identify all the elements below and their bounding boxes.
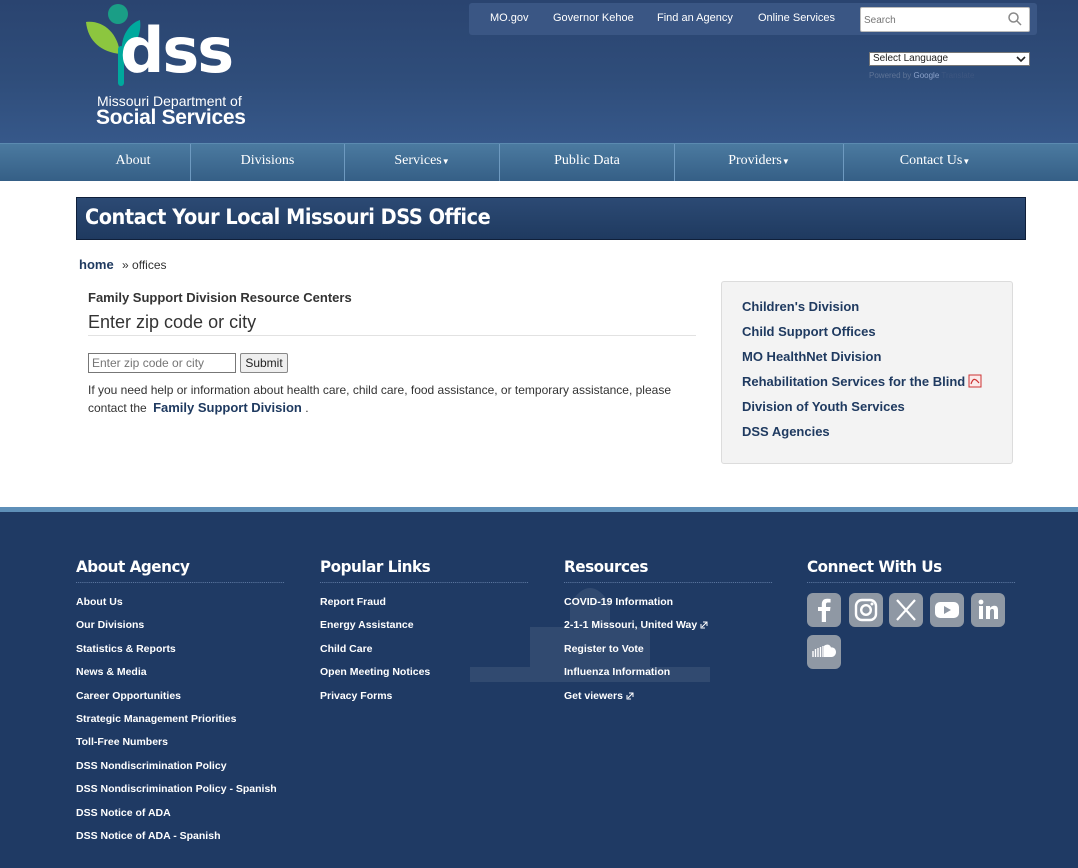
footer-link[interactable]: Statistics & Reports bbox=[76, 643, 295, 666]
sidebar-link-youth-services[interactable]: Division of Youth Services bbox=[742, 399, 905, 414]
footer-link[interactable]: DSS Notice of ADA bbox=[76, 807, 295, 830]
footer-about-column: About Agency About Us Our Divisions Stat… bbox=[76, 557, 295, 853]
submit-button[interactable]: Submit bbox=[240, 353, 288, 373]
soundcloud-icon[interactable] bbox=[807, 635, 841, 669]
nav-item-contact-us[interactable]: Contact Us▼ bbox=[844, 144, 1026, 181]
external-link-icon bbox=[626, 692, 634, 700]
search-input[interactable] bbox=[864, 12, 1004, 28]
footer-connect-heading: Connect With Us bbox=[807, 557, 1016, 583]
sidebar-link-mo-healthnet[interactable]: MO HealthNet Division bbox=[742, 349, 881, 364]
footer-link[interactable]: Strategic Management Priorities bbox=[76, 713, 295, 736]
x-twitter-icon[interactable] bbox=[889, 593, 923, 627]
nav-item-divisions[interactable]: Divisions bbox=[191, 144, 344, 181]
language-select-value: Select Language bbox=[873, 53, 949, 64]
site-footer: About Agency About Us Our Divisions Stat… bbox=[0, 507, 1078, 868]
main-nav: About Divisions Services▼ Public Data Pr… bbox=[0, 143, 1078, 181]
utility-link-find-agency[interactable]: Find an Agency bbox=[657, 12, 733, 24]
footer-link[interactable]: Influenza Information bbox=[564, 666, 783, 689]
utility-link-mo-gov[interactable]: MO.gov bbox=[490, 12, 529, 24]
caret-down-icon: ▼ bbox=[962, 157, 971, 166]
footer-link[interactable]: Get viewers bbox=[564, 690, 783, 713]
dss-logo[interactable]: dss Missouri Department of Social Servic… bbox=[84, 2, 246, 129]
utility-link-governor[interactable]: Governor Kehoe bbox=[553, 12, 634, 24]
footer-link[interactable]: News & Media bbox=[76, 666, 295, 689]
footer-link[interactable]: Energy Assistance bbox=[320, 619, 539, 642]
footer-resources-heading: Resources bbox=[564, 557, 773, 583]
chevron-down-icon bbox=[1016, 56, 1026, 63]
page-title: Contact Your Local Missouri DSS Office bbox=[85, 205, 491, 229]
footer-link[interactable]: 2-1-1 Missouri, United Way bbox=[564, 619, 783, 642]
footer-link[interactable]: DSS Nondiscrimination Policy bbox=[76, 760, 295, 783]
footer-link[interactable]: About Us bbox=[76, 596, 295, 619]
footer-link[interactable]: COVID-19 Information bbox=[564, 596, 783, 619]
language-select[interactable]: Select Language bbox=[869, 52, 1030, 66]
instagram-icon[interactable] bbox=[849, 593, 883, 627]
footer-link[interactable]: Career Opportunities bbox=[76, 690, 295, 713]
google-logo: Google bbox=[913, 71, 940, 80]
youtube-icon[interactable] bbox=[930, 593, 964, 627]
footer-resources-column: Resources COVID-19 Information 2-1-1 Mis… bbox=[564, 557, 783, 713]
linkedin-icon[interactable] bbox=[971, 593, 1005, 627]
footer-link[interactable]: Register to Vote bbox=[564, 643, 783, 666]
sidebar-link-rehab-services-blind[interactable]: Rehabilitation Services for the Blind bbox=[742, 374, 982, 389]
sidebar-link-dss-agencies[interactable]: DSS Agencies bbox=[742, 424, 830, 439]
footer-connect-column: Connect With Us bbox=[807, 557, 1026, 583]
site-header: dss Missouri Department of Social Servic… bbox=[0, 0, 1078, 143]
footer-link[interactable]: Open Meeting Notices bbox=[320, 666, 539, 689]
zip-city-input[interactable] bbox=[88, 353, 236, 373]
page-title-bar: Contact Your Local Missouri DSS Office bbox=[76, 197, 1026, 240]
footer-link[interactable]: Toll-Free Numbers bbox=[76, 736, 295, 759]
sidebar-link-childrens-division[interactable]: Children's Division bbox=[742, 299, 859, 314]
footer-popular-heading: Popular Links bbox=[320, 557, 529, 583]
pdf-icon bbox=[968, 374, 982, 388]
nav-item-providers[interactable]: Providers▼ bbox=[675, 144, 843, 181]
utility-link-online-services[interactable]: Online Services bbox=[758, 12, 835, 24]
nav-item-about[interactable]: About bbox=[76, 144, 190, 181]
caret-down-icon: ▼ bbox=[781, 157, 790, 166]
breadcrumb: home » offices bbox=[79, 257, 167, 272]
footer-about-heading: About Agency bbox=[76, 557, 285, 583]
divider bbox=[88, 335, 696, 336]
footer-link[interactable]: Child Care bbox=[320, 643, 539, 666]
footer-link[interactable]: Our Divisions bbox=[76, 619, 295, 642]
footer-popular-column: Popular Links Report Fraud Energy Assist… bbox=[320, 557, 539, 713]
footer-link[interactable]: DSS Notice of ADA - Spanish bbox=[76, 830, 295, 853]
breadcrumb-home-link[interactable]: home bbox=[79, 257, 114, 272]
breadcrumb-current: offices bbox=[132, 258, 167, 272]
external-link-icon bbox=[700, 621, 708, 629]
section-label: Family Support Division Resource Centers bbox=[88, 290, 352, 305]
nav-item-public-data[interactable]: Public Data bbox=[500, 144, 674, 181]
footer-link[interactable]: DSS Nondiscrimination Policy - Spanish bbox=[76, 783, 295, 806]
logo-name: Social Services bbox=[96, 106, 246, 129]
breadcrumb-separator: » bbox=[122, 258, 129, 272]
search-box bbox=[860, 7, 1030, 32]
search-icon[interactable] bbox=[1007, 11, 1023, 27]
footer-link[interactable]: Privacy Forms bbox=[320, 690, 539, 713]
powered-by-google[interactable]: Powered by Google Translate bbox=[869, 71, 974, 80]
caret-down-icon: ▼ bbox=[441, 157, 450, 166]
nav-item-services[interactable]: Services▼ bbox=[345, 144, 499, 181]
logo-brand-text: dss bbox=[120, 14, 234, 87]
facebook-icon[interactable] bbox=[807, 593, 841, 627]
sidebar-link-child-support[interactable]: Child Support Offices bbox=[742, 324, 876, 339]
search-heading: Enter zip code or city bbox=[88, 312, 257, 332]
footer-link[interactable]: Report Fraud bbox=[320, 596, 539, 619]
sidebar-links: Children's Division Child Support Office… bbox=[721, 281, 1013, 464]
help-text: If you need help or information about he… bbox=[88, 383, 671, 415]
family-support-division-link[interactable]: Family Support Division bbox=[153, 400, 302, 415]
